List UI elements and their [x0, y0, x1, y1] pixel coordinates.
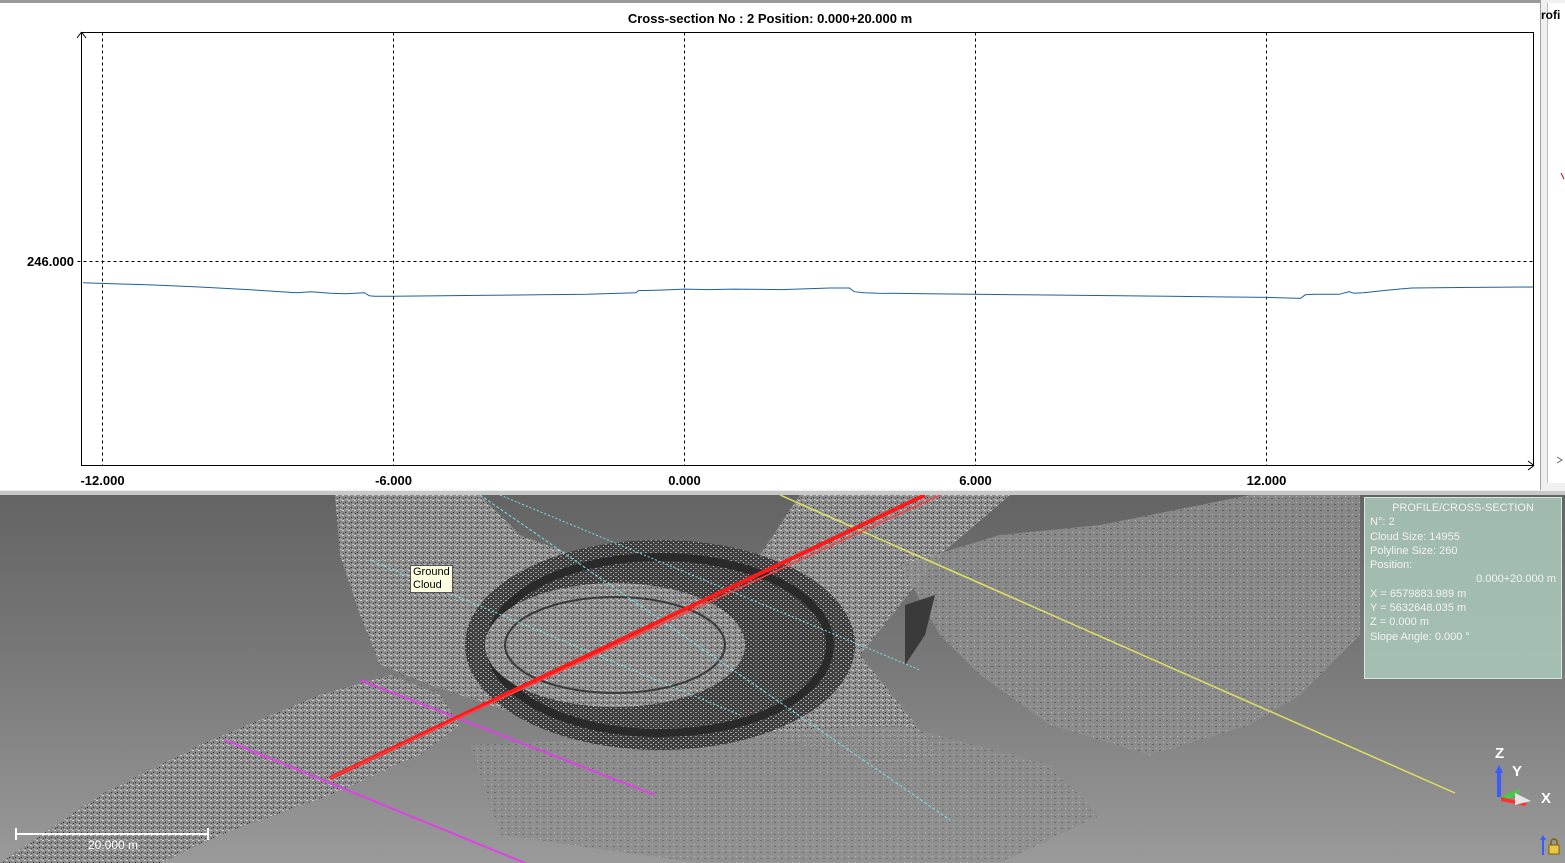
profile-info-panel: PROFILE/CROSS-SECTION N°: 2 Cloud Size: …: [1364, 497, 1562, 679]
profile-chart[interactable]: 246.000 -12.000 -6.000 0.000 6.000 12.000: [0, 3, 1540, 493]
scale-label: 20.000 m: [88, 838, 139, 852]
info-position-value: 0.000+20.000 m: [1476, 573, 1556, 586]
tooltip-ground-cloud: Ground Cloud: [410, 565, 453, 593]
profile-pane[interactable]: Cross-section No : 2 Position: 0.000+20.…: [0, 0, 1540, 493]
info-y: Y = 5632648.035 m: [1370, 602, 1467, 615]
3d-view[interactable]: Ground Cloud PROFILE/CROSS-SECTION N°: 2…: [0, 495, 1565, 863]
y-tick-label: 246.000: [27, 254, 74, 269]
x-tick-labels: -12.000 -6.000 0.000 6.000 12.000: [80, 473, 1286, 488]
axis-z-label: Z: [1495, 745, 1505, 762]
info-cloud-size: Cloud Size: 14955: [1370, 530, 1460, 543]
ground-right-field: [900, 495, 1360, 755]
x-tick-label: -12.000: [80, 473, 124, 488]
dark-road-edge: [905, 595, 935, 665]
y-axis-arrow: [76, 31, 82, 39]
side-panel-inner: [1547, 3, 1565, 483]
plot-frame: [81, 32, 1534, 466]
info-z: Z = 0.000 m: [1370, 616, 1430, 629]
side-panel-strip[interactable]: [1540, 0, 1565, 490]
axis-y-label: Y: [1512, 763, 1523, 780]
side-panel-title: rofi: [1541, 8, 1561, 22]
tooltip-line: Cloud: [413, 579, 442, 591]
x-tick-label: 6.000: [959, 473, 992, 488]
info-x: X = 6579883.989 m: [1370, 587, 1467, 600]
info-header: PROFILE/CROSS-SECTION: [1392, 502, 1534, 514]
x-axis-arrow: [1527, 465, 1535, 471]
lock-icon[interactable]: [1537, 835, 1561, 857]
x-tick-label: -6.000: [375, 473, 412, 488]
axes-layer: [76, 31, 1535, 471]
tooltip-line: Ground: [413, 566, 450, 578]
side-scroll-arrow[interactable]: [1555, 455, 1565, 465]
ground-bottom-area: [470, 725, 1100, 863]
grid-layer: [77, 32, 1534, 466]
x-tick-label: 12.000: [1247, 473, 1287, 488]
point-cloud: [0, 495, 1456, 863]
x-tick-label: 0.000: [668, 473, 701, 488]
info-slope: Slope Angle: 0.000 °: [1370, 630, 1470, 643]
info-position-label: Position:: [1370, 559, 1413, 572]
axis-gizmo[interactable]: Z Y X: [1485, 745, 1565, 815]
info-polyline-size: Polyline Size: 260: [1370, 544, 1458, 557]
side-mark-icon: [1560, 173, 1565, 180]
profile-line: [83, 282, 1534, 299]
axis-x-label: X: [1541, 790, 1552, 807]
info-number: N°: 2: [1370, 516, 1395, 529]
